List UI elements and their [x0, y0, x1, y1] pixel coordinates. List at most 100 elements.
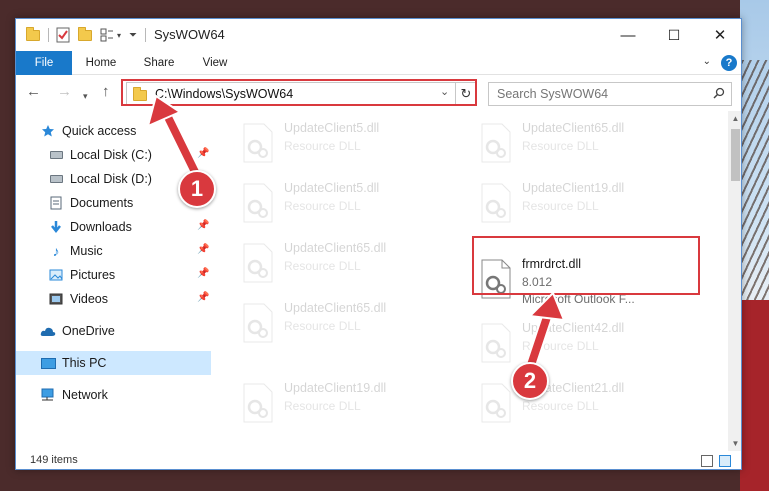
sidebar-item-label: Local Disk (D:)	[70, 172, 152, 186]
desktop-house	[740, 300, 769, 491]
file-name: UpdateClient42.dll	[522, 321, 625, 335]
details-view-icon[interactable]	[701, 455, 713, 467]
properties-icon[interactable]	[56, 27, 70, 43]
network-icon	[40, 387, 56, 403]
minimize-button[interactable]: —	[605, 19, 651, 51]
help-button[interactable]: ?	[721, 55, 737, 71]
file-tile[interactable]: UpdateClient5.dll Resource DLL	[236, 117, 461, 171]
recent-locations-icon[interactable]: ▾	[83, 88, 88, 104]
new-folder-icon[interactable]	[78, 26, 92, 43]
pin-icon[interactable]: 📌	[197, 220, 209, 231]
tab-home[interactable]: Home	[76, 51, 126, 75]
dll-file-icon	[243, 243, 273, 283]
chevron-down-icon[interactable]: ▾	[117, 27, 121, 43]
vertical-scrollbar[interactable]: ▲ ▼	[728, 111, 741, 451]
file-description: Resource DLL	[522, 199, 599, 213]
search-icon[interactable]	[713, 87, 725, 99]
dll-file-icon	[481, 383, 511, 423]
folder-icon	[26, 26, 40, 43]
computer-icon	[40, 355, 56, 371]
forward-button[interactable]: →	[57, 84, 72, 100]
sidebar-item-music[interactable]: ♪ Music 📌	[16, 239, 211, 263]
cloud-icon	[40, 323, 56, 339]
tab-view[interactable]: View	[190, 51, 240, 75]
file-tile[interactable]: UpdateClient21.dll Resource DLL	[474, 377, 699, 431]
ribbon: File Home Share View ⌄ ?	[16, 51, 741, 75]
tab-share[interactable]: Share	[134, 51, 184, 75]
navigation-pane: Quick access Local Disk (C:) 📌 Local Dis…	[16, 111, 211, 451]
file-name: UpdateClient5.dll	[284, 181, 380, 195]
address-bar-highlight	[121, 79, 477, 106]
file-tile[interactable]: UpdateClient65.dll Resource DLL	[474, 117, 699, 171]
sidebar-item-label: Music	[70, 244, 103, 258]
pin-icon[interactable]: 📌	[197, 148, 209, 159]
music-icon: ♪	[52, 243, 60, 259]
search-box[interactable]	[488, 82, 732, 106]
dll-file-icon	[481, 183, 511, 223]
file-tile[interactable]: UpdateClient65.dll Resource DLL	[236, 297, 461, 351]
expand-ribbon-icon[interactable]: ⌄	[703, 56, 711, 67]
close-button[interactable]: ✕	[697, 19, 741, 51]
file-name: UpdateClient65.dll	[284, 301, 387, 315]
file-name: UpdateClient5.dll	[284, 121, 380, 135]
file-tile[interactable]: UpdateClient19.dll Resource DLL	[236, 377, 461, 431]
customize-toolbar-icon[interactable]: ⏷	[129, 27, 137, 43]
file-description: Resource DLL	[284, 319, 361, 333]
sidebar-item-label: This PC	[62, 356, 107, 370]
file-name: UpdateClient19.dll	[284, 381, 387, 395]
sidebar-item-label: Network	[62, 388, 108, 402]
file-description: Resource DLL	[284, 259, 361, 273]
back-button[interactable]: ←	[26, 84, 41, 100]
file-description: Resource DLL	[284, 139, 361, 153]
maximize-button[interactable]: ☐	[651, 19, 697, 51]
file-tile[interactable]: UpdateClient65.dll Resource DLL	[236, 237, 461, 291]
up-button[interactable]: ↑	[102, 84, 110, 100]
file-description: Resource DLL	[522, 399, 599, 413]
dll-file-icon	[243, 383, 273, 423]
pin-icon[interactable]: 📌	[197, 292, 209, 303]
sidebar-item-label: Documents	[70, 196, 134, 210]
scroll-down-icon[interactable]: ▼	[728, 436, 741, 451]
dll-file-icon	[243, 303, 273, 343]
scrollbar-thumb[interactable]	[731, 129, 740, 181]
scroll-up-icon[interactable]: ▲	[728, 111, 741, 126]
sidebar-item-videos[interactable]: Videos 📌	[16, 287, 211, 311]
sidebar-item-this-pc[interactable]: This PC	[16, 351, 211, 375]
title-bar: ▾ ⏷ SysWOW64 — ☐ ✕	[16, 19, 741, 51]
documents-icon	[48, 195, 64, 211]
dll-file-icon	[481, 323, 511, 363]
file-tile[interactable]: UpdateClient5.dll Resource DLL	[236, 177, 461, 231]
file-description: Resource DLL	[522, 339, 599, 353]
disk-icon	[48, 171, 64, 187]
downloads-icon	[48, 219, 64, 235]
tab-file[interactable]: File	[16, 51, 72, 75]
file-name: UpdateClient65.dll	[284, 241, 387, 255]
file-description: Resource DLL	[284, 199, 361, 213]
file-highlight	[472, 236, 700, 295]
sidebar-item-local-disk-c[interactable]: Local Disk (C:) 📌	[16, 143, 211, 167]
view-options-icon[interactable]	[100, 27, 114, 43]
sidebar-item-label: Local Disk (C:)	[70, 148, 152, 162]
pin-icon[interactable]: 📌	[197, 268, 209, 279]
disk-icon	[48, 147, 64, 163]
star-icon	[40, 123, 56, 139]
sidebar-item-label: Videos	[70, 292, 108, 306]
sidebar-item-label: Downloads	[70, 220, 132, 234]
sidebar-item-onedrive[interactable]: OneDrive	[16, 319, 211, 343]
sidebar-item-label: Quick access	[62, 124, 137, 138]
sidebar-item-label: Pictures	[70, 268, 116, 282]
sidebar-item-label: OneDrive	[62, 324, 115, 338]
dll-file-icon	[243, 123, 273, 163]
dll-file-icon	[243, 183, 273, 223]
sidebar-item-network[interactable]: Network	[16, 383, 211, 407]
file-name: UpdateClient65.dll	[522, 121, 625, 135]
pin-icon[interactable]: 📌	[197, 244, 209, 255]
tiles-view-icon[interactable]	[719, 455, 731, 467]
item-count: 149 items	[30, 454, 78, 466]
sidebar-item-pictures[interactable]: Pictures 📌	[16, 263, 211, 287]
file-tile[interactable]: UpdateClient42.dll Resource DLL	[474, 317, 699, 371]
sidebar-item-quick-access[interactable]: Quick access	[16, 119, 211, 143]
search-input[interactable]	[489, 83, 707, 105]
sidebar-item-downloads[interactable]: Downloads 📌	[16, 215, 211, 239]
file-tile[interactable]: UpdateClient19.dll Resource DLL	[474, 177, 699, 231]
